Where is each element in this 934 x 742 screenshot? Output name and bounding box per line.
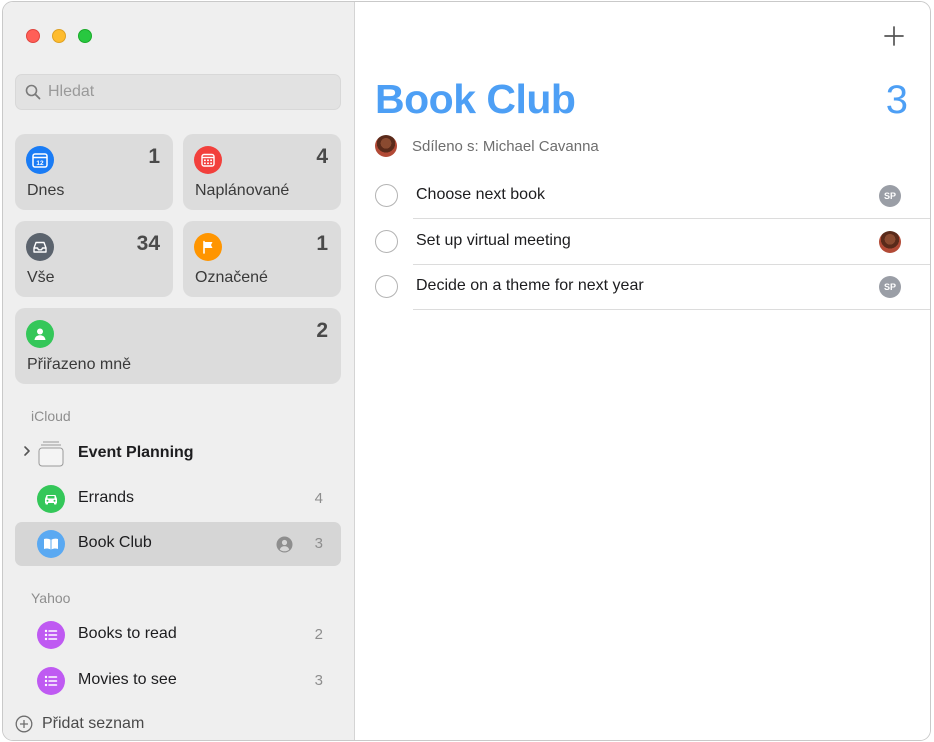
reminder-title[interactable]: Decide on a theme for next year [416,277,644,295]
flag-icon [194,233,222,261]
close-window-button[interactable] [26,29,40,43]
sidebar-item-errands[interactable]: Errands 4 [15,477,341,521]
person-icon [26,320,54,348]
complete-checkbox[interactable] [375,230,398,253]
add-reminder-button[interactable] [882,24,906,48]
reminders-window: 12 1 Dnes 4 Naplánované [2,1,931,741]
sidebar: 12 1 Dnes 4 Naplánované [3,2,355,740]
smart-list-count: 2 [316,319,328,342]
smart-list-all[interactable]: 34 Vše [15,221,173,297]
car-icon [37,485,65,513]
svg-text:12: 12 [36,160,44,167]
zoom-window-button[interactable] [78,29,92,43]
person-circle-icon [276,536,293,553]
smart-list-count: 1 [148,145,160,168]
tray-icon [26,233,54,261]
sidebar-item-count: 3 [314,535,323,552]
magnifier-icon [25,84,41,100]
add-list-label: Přidat seznam [42,715,145,732]
smart-list-assigned-to-me[interactable]: 2 Přiřazeno mně [15,308,341,384]
sidebar-item-label: Books to read [78,625,177,642]
sidebar-item-book-club[interactable]: Book Club 3 [15,522,341,566]
add-list-button[interactable]: Přidat seznam [15,712,144,736]
main-pane: Book Club 3 Sdíleno s: Michael Cavanna C… [355,2,930,740]
calendar-grid-icon [194,146,222,174]
smart-list-label: Dnes [27,182,65,199]
plus-circle-icon [15,715,33,733]
sidebar-item-label: Errands [78,489,135,506]
smart-list-label: Přiřazeno mně [27,356,132,373]
assignee-avatar[interactable] [879,231,901,253]
minimize-window-button[interactable] [52,29,66,43]
reminder-row[interactable]: Decide on a theme for next year SP [355,264,930,310]
section-header-icloud: iCloud [31,408,71,424]
smart-list-label: Naplánované [195,182,290,199]
smart-list-count: 4 [316,145,328,168]
shared-with-row[interactable]: Sdíleno s: Michael Cavanna [375,134,599,158]
list-title: Book Club [375,76,576,122]
reminder-title[interactable]: Choose next book [416,186,545,204]
sidebar-item-label: Book Club [78,534,152,551]
list-count: 3 [885,78,908,122]
complete-checkbox[interactable] [375,184,398,207]
assignee-avatar[interactable]: SP [879,185,901,207]
list-stack-icon [38,441,64,467]
row-divider [413,309,930,310]
bullet-list-icon [37,621,65,649]
bullet-list-icon [37,667,65,695]
sidebar-item-books-to-read[interactable]: Books to read 2 [15,613,341,657]
section-header-yahoo: Yahoo [31,590,71,606]
complete-checkbox[interactable] [375,275,398,298]
avatar [375,135,397,157]
sidebar-item-count: 3 [314,672,323,689]
reminder-row[interactable]: Set up virtual meeting [355,219,930,265]
book-icon [37,530,65,558]
assignee-avatar[interactable]: SP [879,276,901,298]
sidebar-item-label: Movies to see [78,671,177,688]
smart-list-count: 34 [136,232,160,255]
search-field[interactable] [15,74,341,110]
smart-list-label: Označené [195,269,268,286]
search-input[interactable] [48,75,333,109]
smart-list-label: Vše [27,269,55,286]
shared-with-label: Sdíleno s: Michael Cavanna [412,137,599,155]
group-event-planning[interactable]: Event Planning [15,434,341,474]
reminder-title[interactable]: Set up virtual meeting [416,232,571,250]
smart-list-count: 1 [316,232,328,255]
reminder-row[interactable]: Choose next book SP [355,173,930,219]
smart-list-today[interactable]: 12 1 Dnes [15,134,173,210]
smart-list-scheduled[interactable]: 4 Naplánované [183,134,341,210]
chevron-right-icon[interactable] [22,444,32,458]
sidebar-item-movies-to-see[interactable]: Movies to see 3 [15,659,341,703]
group-name: Event Planning [78,444,194,461]
sidebar-item-count: 2 [314,626,323,643]
sidebar-item-count: 4 [314,490,323,507]
calendar-today-icon: 12 [26,146,54,174]
smart-list-flagged[interactable]: 1 Označené [183,221,341,297]
